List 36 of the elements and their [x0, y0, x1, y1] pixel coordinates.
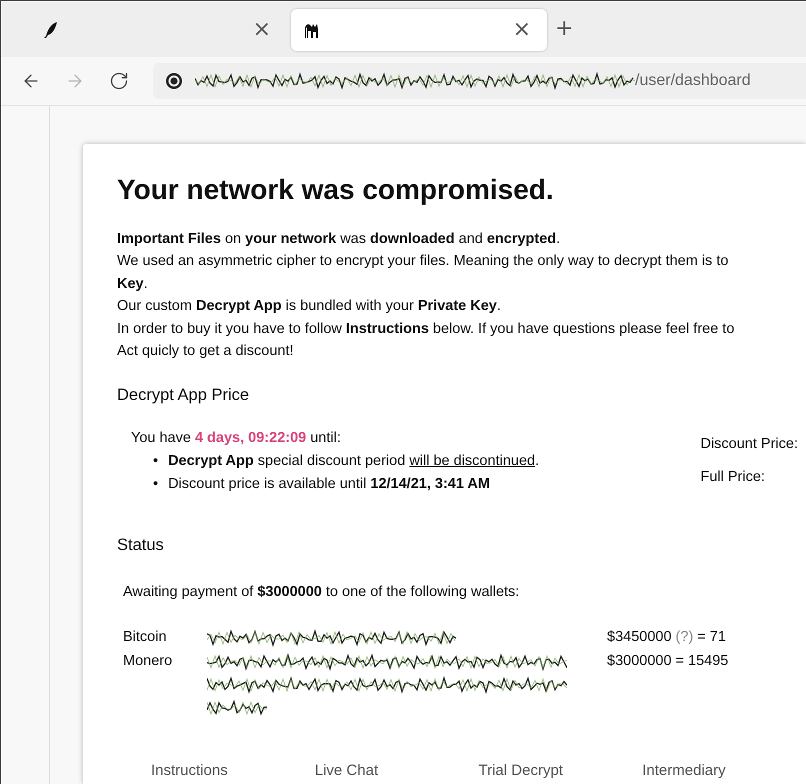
message-text: Important Files on your network was downloaded and encrypted.: [117, 230, 562, 249]
message-text: Key.: [117, 274, 149, 294]
page-title: Your network was compromised.: [117, 174, 555, 206]
wallet-name: Monero: [123, 652, 174, 672]
new-tab-button[interactable]: +: [551, 18, 578, 40]
message-text: In order to buy it you have to follow Instructions below. If you have questions please feel free to: [117, 320, 736, 339]
bullet-text: Decrypt App special discount period will be discontinued.: [168, 452, 540, 472]
close-button[interactable]: ×: [248, 19, 275, 41]
section-heading: Decrypt App Price: [117, 386, 250, 406]
site-icon: [165, 72, 183, 90]
bullet-marker: •: [153, 452, 158, 472]
section-tab[interactable]: Trial Decrypt: [478, 762, 642, 780]
reload-button[interactable]: [109, 71, 129, 91]
section-tab[interactable]: Intermediary: [642, 762, 806, 780]
feather-icon: [43, 21, 59, 39]
countdown-text: You have 4 days, 09:22:09 until:: [131, 429, 342, 448]
message-text: Act quicly to get a discount!: [117, 342, 295, 362]
price-label: Full Price:: [700, 468, 766, 488]
cat-icon: [303, 21, 319, 39]
address-bar[interactable]: /user/dashboard: [153, 63, 806, 99]
url-path: /user/dashboard: [635, 72, 751, 90]
wallet-amount: $3450000 (?) = 71: [607, 628, 727, 648]
wallet-amount: $3000000 = 15495: [607, 652, 730, 672]
payment-text: Awaiting payment of $3000000 to one of the following wallets:: [123, 583, 520, 602]
wallet-name: Bitcoin: [123, 628, 168, 648]
bullet-text: Discount price is available until 12/14/21, 3:41 AM: [168, 475, 490, 494]
browser-tab[interactable]: ×: [31, 9, 287, 51]
message-text: We used an asymmetric cipher to encrypt your files. Meaning the only way to decrypt them is to: [117, 252, 730, 272]
section-tab[interactable]: Live Chat: [314, 762, 478, 780]
message-text: Our custom Decrypt App is bundled with your Private Key.: [117, 297, 502, 316]
section-tab[interactable]: Instructions: [151, 762, 315, 780]
price-label: Discount Price:: [700, 435, 798, 454]
section-heading: Status: [117, 536, 165, 556]
bullet-marker: •: [153, 475, 158, 494]
browser-tab[interactable]: ×: [291, 9, 547, 51]
close-button[interactable]: ×: [508, 19, 535, 41]
